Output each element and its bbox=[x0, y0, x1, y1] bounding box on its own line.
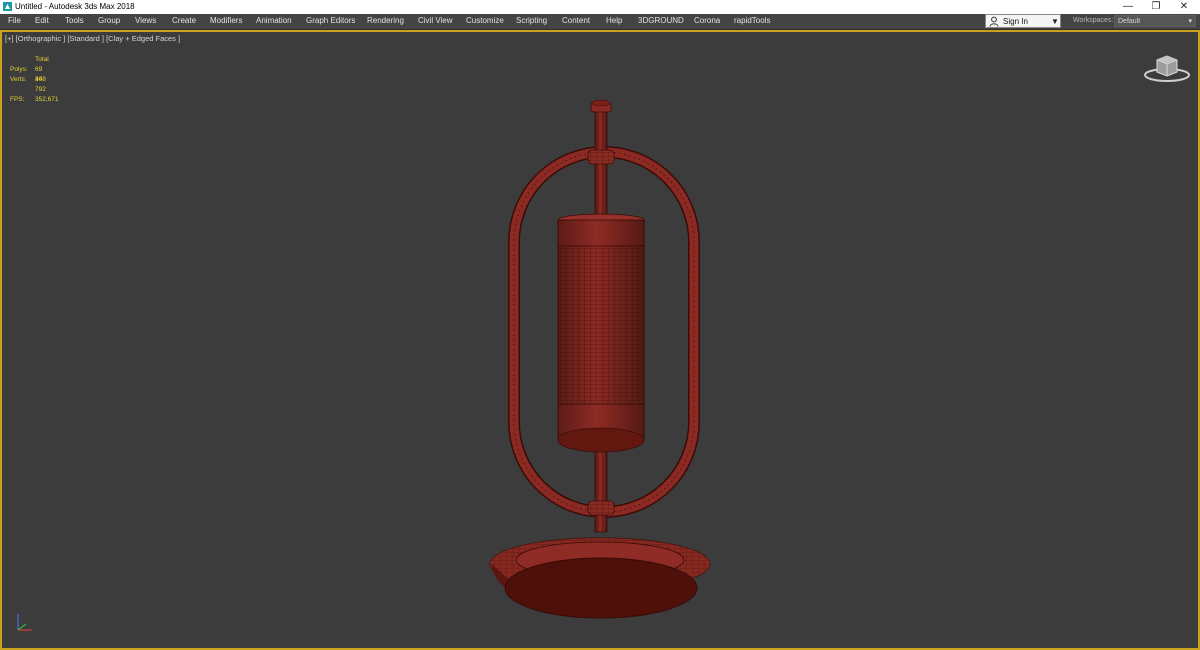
close-button[interactable]: ✕ bbox=[1170, 0, 1198, 14]
sign-in-dropdown[interactable]: Sign In ▼ bbox=[985, 14, 1061, 28]
menu-civil-view[interactable]: Civil View bbox=[418, 14, 453, 29]
menu-views[interactable]: Views bbox=[135, 14, 156, 29]
menu-edit[interactable]: Edit bbox=[35, 14, 49, 29]
app-window: Untitled - Autodesk 3ds Max 2018 — ❐ ✕ F… bbox=[0, 0, 1200, 650]
title-bar: Untitled - Autodesk 3ds Max 2018 — ❐ ✕ bbox=[0, 0, 1200, 14]
verts-label: Verts: bbox=[10, 76, 27, 83]
scene-model bbox=[489, 99, 711, 619]
stats-header: Total bbox=[35, 56, 49, 63]
menu-rendering[interactable]: Rendering bbox=[367, 14, 404, 29]
menu-help[interactable]: Help bbox=[606, 14, 622, 29]
menu-scripting[interactable]: Scripting bbox=[516, 14, 547, 29]
perspective-viewport[interactable]: [+] [Orthographic ] [Standard ] [Clay + … bbox=[0, 30, 1200, 650]
coil-cylinder bbox=[557, 213, 645, 453]
menu-customize[interactable]: Customize bbox=[466, 14, 504, 29]
fps-label: FPS: bbox=[10, 96, 25, 103]
workspace-value: Default bbox=[1118, 18, 1141, 25]
menu-group[interactable]: Group bbox=[98, 14, 120, 29]
chevron-down-icon: ▾ bbox=[1188, 18, 1192, 25]
restore-button[interactable]: ❐ bbox=[1142, 0, 1170, 14]
menu-graph-editors[interactable]: Graph Editors bbox=[306, 14, 355, 29]
axis-tripod-icon bbox=[17, 614, 32, 631]
menu-tools[interactable]: Tools bbox=[65, 14, 84, 29]
menu-file[interactable]: File bbox=[8, 14, 21, 29]
sign-in-label: Sign In bbox=[1003, 17, 1028, 26]
fps-value: 352,671 bbox=[35, 96, 59, 103]
viewcube-icon[interactable] bbox=[1142, 50, 1192, 84]
workspace-select[interactable]: Default ▾ bbox=[1114, 15, 1196, 27]
user-icon bbox=[989, 16, 999, 27]
base-plate bbox=[489, 537, 711, 619]
menu-create[interactable]: Create bbox=[172, 14, 196, 29]
menu-corona[interactable]: Corona bbox=[694, 14, 720, 29]
menu-content[interactable]: Content bbox=[562, 14, 590, 29]
minimize-button[interactable]: — bbox=[1114, 0, 1142, 14]
verts-value: 34 792 bbox=[35, 76, 46, 93]
menu-rapidtools[interactable]: rapidTools bbox=[734, 14, 770, 29]
menu-animation[interactable]: Animation bbox=[256, 14, 292, 29]
menu-modifiers[interactable]: Modifiers bbox=[210, 14, 242, 29]
chevron-down-icon: ▼ bbox=[1051, 17, 1059, 26]
menu-3dground[interactable]: 3DGROUND bbox=[638, 14, 684, 29]
app-icon bbox=[3, 2, 12, 11]
polys-label: Polys: bbox=[10, 66, 28, 73]
window-title: Untitled - Autodesk 3ds Max 2018 bbox=[15, 2, 135, 11]
workspaces-label: Workspaces: bbox=[1073, 17, 1114, 24]
viewport-label-menu[interactable]: [+] [Orthographic ] [Standard ] [Clay + … bbox=[5, 34, 180, 43]
